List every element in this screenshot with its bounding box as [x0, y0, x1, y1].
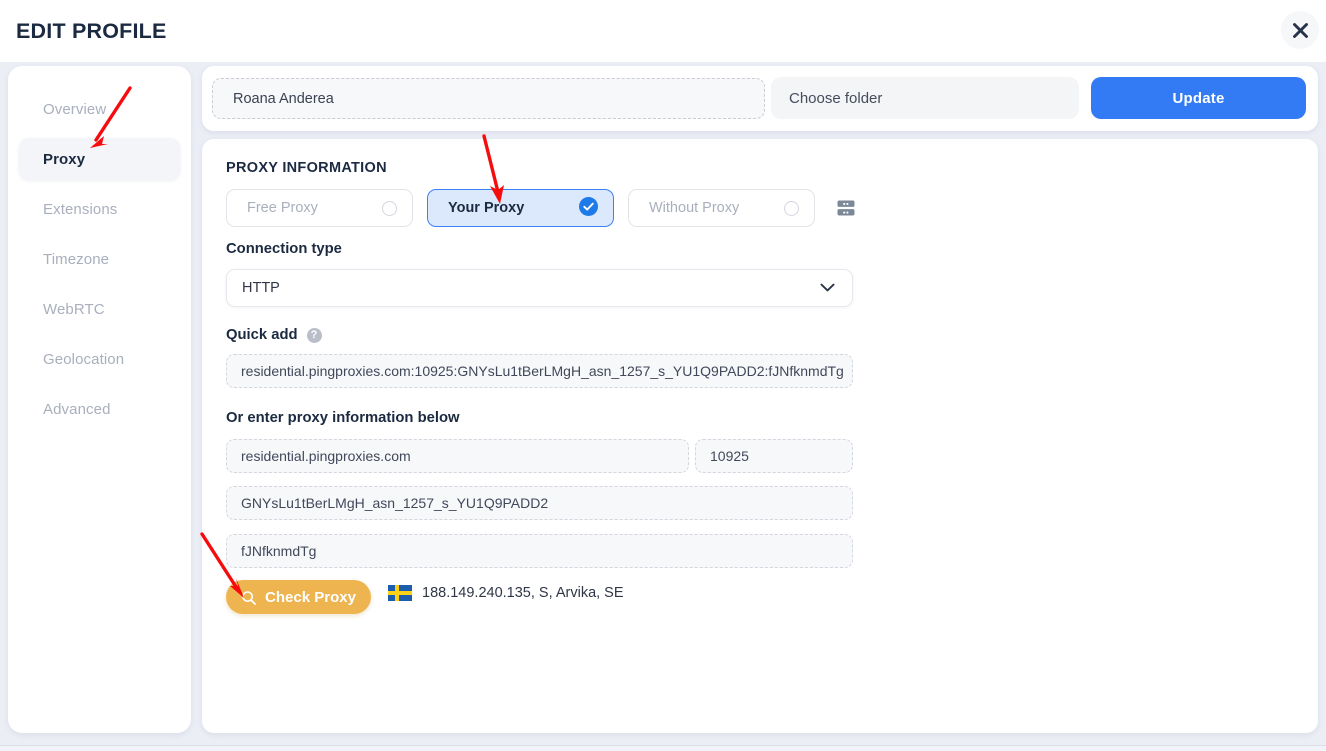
proxy-username-input[interactable]: GNYsLu1tBerLMgH_asn_1257_s_YU1Q9PADD2 — [226, 486, 853, 520]
connection-type-select[interactable]: HTTP — [226, 269, 853, 307]
manual-entry-label: Or enter proxy information below — [226, 410, 460, 426]
sidebar-item-label: Extensions — [43, 200, 118, 218]
close-button[interactable] — [1281, 11, 1319, 49]
sidebar-item-label: WebRTC — [43, 300, 105, 318]
proxy-mode-free[interactable]: Free Proxy — [226, 189, 413, 227]
check-proxy-button[interactable]: Check Proxy — [226, 580, 371, 614]
window-bottom-strip — [0, 745, 1326, 751]
quick-add-label: Quick add — [226, 327, 298, 343]
proxy-mode-your-proxy[interactable]: Your Proxy — [427, 189, 614, 227]
radio-checked-icon — [579, 196, 598, 220]
sidebar-item-timezone[interactable]: Timezone — [19, 238, 180, 280]
proxy-mode-label: Your Proxy — [448, 200, 525, 216]
folder-select[interactable]: Choose folder — [771, 77, 1079, 119]
quick-add-label-row: Quick add ? — [226, 327, 322, 343]
radio-unchecked-icon — [784, 200, 799, 216]
quick-add-input[interactable]: residential.pingproxies.com:10925:GNYsLu… — [226, 354, 853, 388]
proxy-mode-label: Free Proxy — [247, 200, 318, 216]
proxy-mode-group: Free Proxy Your Proxy Without Proxy — [226, 189, 857, 227]
sidebar: Overview Proxy Extensions Timezone WebRT… — [8, 66, 191, 733]
proxy-check-result: 188.149.240.135, S, Arvika, SE — [388, 585, 624, 601]
sidebar-item-label: Timezone — [43, 250, 110, 268]
chevron-down-icon — [1048, 90, 1063, 107]
magnifier-icon — [241, 590, 256, 605]
sidebar-item-label: Overview — [43, 100, 107, 118]
proxy-mode-label: Without Proxy — [649, 200, 740, 216]
profile-name-input[interactable]: Roana Anderea — [212, 78, 765, 119]
server-icon[interactable] — [835, 197, 857, 219]
modal-header: EDIT PROFILE — [0, 0, 1326, 62]
proxy-mode-without[interactable]: Without Proxy — [628, 189, 815, 227]
sidebar-item-label: Proxy — [43, 150, 86, 168]
update-button[interactable]: Update — [1091, 77, 1306, 119]
proxy-result-text: 188.149.240.135, S, Arvika, SE — [422, 585, 624, 601]
sidebar-item-advanced[interactable]: Advanced — [19, 388, 180, 430]
sidebar-item-label: Advanced — [43, 400, 111, 418]
help-circle-icon[interactable]: ? — [306, 327, 322, 343]
close-icon — [1291, 21, 1310, 40]
sidebar-item-proxy[interactable]: Proxy — [19, 138, 180, 180]
profile-toolbar: Roana Anderea Choose folder Update — [202, 66, 1318, 131]
connection-type-value: HTTP — [242, 280, 280, 296]
sidebar-item-webrtc[interactable]: WebRTC — [19, 288, 180, 330]
connection-type-label: Connection type — [226, 241, 342, 257]
proxy-section-title: PROXY INFORMATION — [226, 160, 387, 176]
proxy-port-input[interactable]: 10925 — [695, 439, 853, 473]
page-title: EDIT PROFILE — [16, 19, 167, 43]
edit-profile-modal: EDIT PROFILE Overview Proxy Extensions T… — [0, 0, 1326, 751]
sidebar-item-extensions[interactable]: Extensions — [19, 188, 180, 230]
sidebar-item-geolocation[interactable]: Geolocation — [19, 338, 180, 380]
proxy-panel: PROXY INFORMATION Free Proxy Your Proxy … — [202, 139, 1318, 733]
chevron-down-icon — [820, 280, 835, 296]
sidebar-item-label: Geolocation — [43, 350, 125, 368]
proxy-host-input[interactable]: residential.pingproxies.com — [226, 439, 689, 473]
radio-unchecked-icon — [382, 200, 397, 216]
check-proxy-label: Check Proxy — [265, 588, 356, 606]
sidebar-item-overview[interactable]: Overview — [19, 88, 180, 130]
proxy-password-input[interactable]: fJNfknmdTg — [226, 534, 853, 568]
flag-sweden-icon — [388, 585, 422, 601]
folder-select-value: Choose folder — [789, 89, 883, 107]
